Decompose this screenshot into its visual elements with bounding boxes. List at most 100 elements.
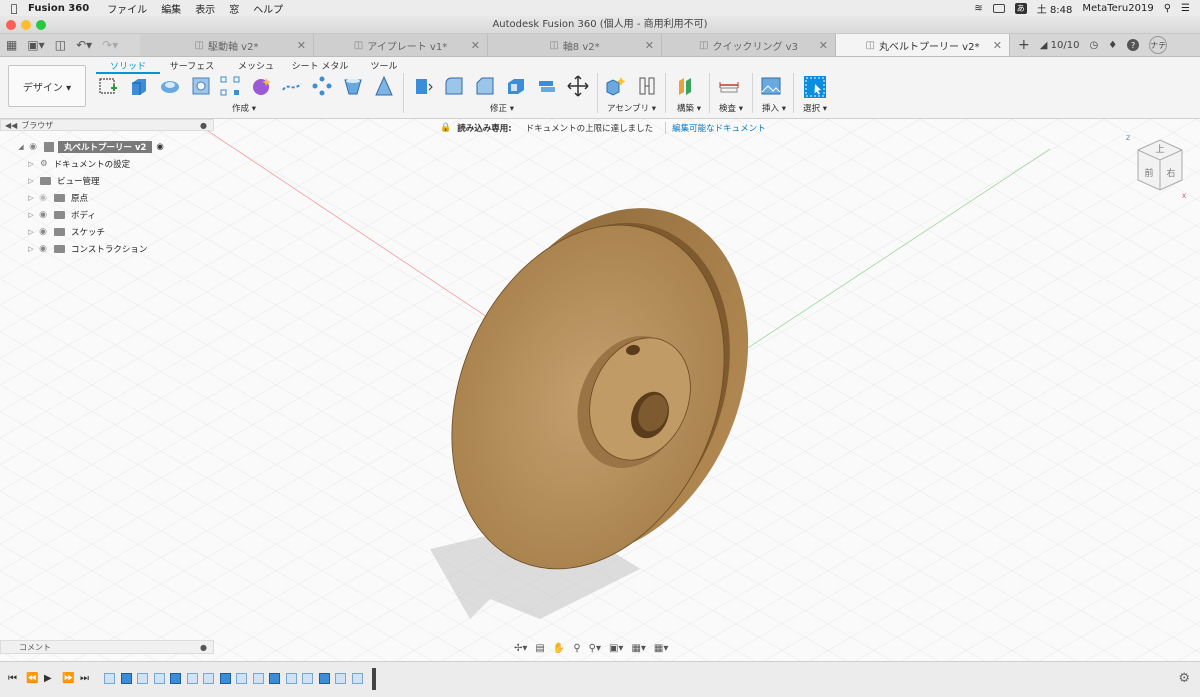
eye-icon[interactable]: ◉ [36, 227, 50, 237]
timeline-marker[interactable] [372, 668, 376, 690]
view-cube[interactable]: 上 前 右 Z X [1120, 132, 1190, 202]
expand-triangle-icon[interactable]: ▷ [26, 211, 36, 219]
select-icon[interactable] [803, 75, 827, 99]
tree-root[interactable]: ◢ ◉ 丸ベルトプーリー v2 ◉ [0, 138, 200, 155]
expand-triangle-icon[interactable]: ▷ [26, 194, 36, 202]
timeline-feature[interactable] [302, 673, 313, 684]
tree-item-named-views[interactable]: ▷ ビュー管理 [0, 172, 200, 189]
user-menu[interactable]: MetaTeru2019 [1082, 3, 1153, 14]
save-icon[interactable]: ◫ [55, 38, 66, 52]
doc-tab-round-belt-pulley[interactable]: ◫ 丸ベルトプーリー v2* ✕ [836, 34, 1010, 56]
zoom-window-button[interactable] [36, 20, 46, 30]
file-menu-icon[interactable]: ▣▾ [27, 38, 44, 52]
undo-icon[interactable]: ↶▾ [76, 38, 92, 52]
expand-triangle-icon[interactable]: ▷ [26, 177, 36, 185]
timeline-feature[interactable] [137, 673, 148, 684]
job-status[interactable]: ◢ 10/10 [1040, 40, 1080, 51]
timeline-next-icon[interactable]: ⏩ [62, 673, 74, 684]
close-window-button[interactable] [6, 20, 16, 30]
wifi-icon[interactable]: ≋ [974, 3, 982, 14]
chamfer-icon[interactable] [474, 75, 496, 97]
insert-menu[interactable]: 挿入 ▾ [762, 102, 786, 114]
move-copy-icon[interactable] [567, 75, 589, 97]
new-component-icon[interactable] [605, 75, 627, 97]
shell-icon[interactable] [505, 75, 527, 97]
redo-icon[interactable]: ↷▾ [102, 38, 118, 52]
close-icon[interactable]: ✕ [819, 39, 828, 52]
circular-pattern-icon[interactable] [311, 75, 333, 97]
close-icon[interactable]: ✕ [993, 39, 1002, 52]
active-radio-icon[interactable]: ◉ [156, 142, 163, 152]
timeline-feature[interactable] [285, 673, 297, 684]
timeline-feature[interactable] [170, 673, 181, 684]
tree-item-origin[interactable]: ▷ ◉ 原点 [0, 189, 200, 206]
menu-help[interactable]: ヘルプ [253, 1, 283, 16]
minimize-window-button[interactable] [21, 20, 31, 30]
tree-item-sketches[interactable]: ▷ ◉ スケッチ [0, 223, 200, 240]
loft-icon[interactable] [342, 75, 364, 97]
pipe-icon[interactable] [281, 75, 303, 97]
expand-triangle-icon[interactable]: ▷ [26, 245, 36, 253]
browser-panel-header[interactable]: ◀◀ ブラウザ ● [0, 119, 214, 131]
inspect-menu[interactable]: 検査 ▾ [719, 102, 743, 114]
editable-document-link[interactable]: 編集可能なドキュメント [665, 122, 766, 134]
tab-sheet-metal[interactable]: シート メタル [288, 59, 352, 74]
close-icon[interactable]: ✕ [645, 39, 654, 52]
expand-triangle-icon[interactable]: ▷ [26, 228, 36, 236]
timeline-play-icon[interactable]: ▶ [44, 673, 52, 684]
tab-solid[interactable]: ソリッド [96, 59, 160, 74]
notifications-icon[interactable]: ♦ [1108, 40, 1117, 51]
timeline-feature[interactable] [219, 673, 231, 684]
add-comment-icon[interactable]: ● [200, 643, 207, 652]
data-panel-grid-icon[interactable]: ▦ [6, 38, 17, 52]
timeline-settings-gear-icon[interactable]: ⚙ [1178, 671, 1190, 686]
insert-image-icon[interactable] [760, 75, 782, 97]
create-form-icon[interactable] [250, 75, 272, 97]
doc-tab-drive-shaft[interactable]: ◫ 駆動軸 v2* ✕ [140, 34, 314, 56]
fillet-icon[interactable] [443, 75, 465, 97]
zoom-icon[interactable]: ⚲ [573, 643, 580, 654]
menu-edit[interactable]: 編集 [161, 1, 181, 16]
measure-icon[interactable] [718, 75, 740, 97]
timeline-feature[interactable] [153, 673, 165, 684]
construct-menu[interactable]: 構築 ▾ [677, 102, 701, 114]
pan-icon[interactable]: ✋ [553, 643, 565, 654]
expand-triangle-icon[interactable]: ▷ [26, 160, 36, 168]
expand-triangle-icon[interactable]: ◢ [16, 143, 26, 151]
timeline-start-icon[interactable]: ⏮ [8, 673, 17, 684]
pin-icon[interactable]: ● [200, 121, 207, 130]
eye-icon[interactable]: ◉ [36, 210, 50, 220]
tree-item-construction[interactable]: ▷ ◉ コンストラクション [0, 240, 200, 257]
workspace-switcher[interactable]: デザイン ▾ [8, 65, 86, 107]
control-center-icon[interactable]: ☰ [1181, 3, 1190, 14]
doc-tab-eyeplate[interactable]: ◫ アイプレート v1* ✕ [314, 34, 488, 56]
comments-panel-header[interactable]: コメント ● [0, 640, 214, 654]
help-icon[interactable]: ? [1127, 39, 1140, 51]
battery-icon[interactable] [992, 3, 1005, 13]
new-tab-icon[interactable]: + [1018, 37, 1030, 53]
clock[interactable]: 土 8:48 [1037, 1, 1073, 16]
grid-settings-icon[interactable]: ▦▾ [631, 643, 645, 654]
viewports-icon[interactable]: ▦▾ [654, 643, 668, 654]
extrude-icon[interactable] [128, 75, 150, 97]
timeline-feature[interactable] [186, 673, 198, 684]
hole-icon[interactable] [190, 75, 212, 97]
eye-icon[interactable]: ◉ [26, 142, 40, 152]
joint-icon[interactable] [636, 75, 658, 97]
revolve-icon[interactable] [159, 75, 181, 97]
timeline-feature[interactable] [269, 673, 280, 684]
offset-plane-icon[interactable] [676, 75, 698, 97]
spotlight-icon[interactable]: ⚲ [1164, 3, 1171, 14]
menu-window[interactable]: 窓 [229, 1, 239, 16]
timeline-prev-icon[interactable]: ⏪ [26, 673, 38, 684]
modify-menu[interactable]: 修正 ▾ [490, 102, 514, 114]
eye-icon[interactable]: ◉ [36, 244, 50, 254]
timeline-feature[interactable] [104, 673, 115, 684]
menu-view[interactable]: 表示 [195, 1, 215, 16]
apple-menu-icon[interactable]:  [0, 2, 28, 15]
eye-icon[interactable]: ◉ [36, 193, 50, 203]
press-pull-icon[interactable] [412, 75, 434, 97]
collapse-icon[interactable]: ◀◀ [5, 121, 17, 130]
timeline-feature[interactable] [203, 673, 214, 684]
pattern-icon[interactable] [219, 75, 241, 97]
